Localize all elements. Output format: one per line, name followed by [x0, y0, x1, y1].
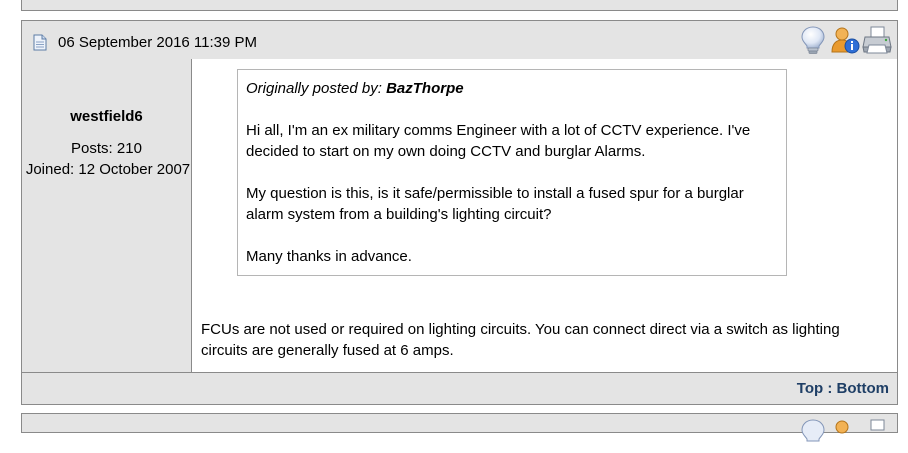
quote-author: BazThorpe — [386, 80, 464, 97]
quote-prefix: Originally posted by: — [246, 80, 387, 97]
lightbulb-icon[interactable] — [798, 418, 828, 448]
printer-icon[interactable] — [862, 25, 892, 55]
link-separator: : — [823, 380, 837, 397]
document-icon — [33, 34, 47, 51]
post-header: 06 September 2016 11:39 PM — [21, 20, 898, 60]
post-actions — [798, 25, 892, 55]
footer-nav: Top : Bottom — [797, 380, 889, 398]
post-count: Posts: 210 — [71, 140, 142, 157]
quote-attribution: Originally posted by: BazThorpe — [246, 78, 778, 99]
reply-text: FCUs are not used or required on lightin… — [201, 321, 840, 359]
top-link[interactable]: Top — [797, 380, 823, 397]
username[interactable]: westfield6 — [22, 108, 191, 126]
previous-post-footer — [21, 0, 898, 11]
quote-paragraph: My question is this, is it safe/permissi… — [246, 185, 744, 223]
quote-paragraph: Many thanks in advance. — [246, 248, 412, 265]
join-date: Joined: 12 October 2007 — [25, 161, 191, 178]
next-post-header — [21, 413, 898, 442]
user-panel: westfield6 Posts: 210 Joined: 12 October… — [22, 59, 192, 373]
post-date: 06 September 2016 11:39 PM — [58, 34, 258, 51]
bottom-link[interactable]: Bottom — [837, 380, 890, 397]
printer-icon[interactable] — [862, 418, 892, 448]
user-info-icon[interactable] — [830, 25, 860, 55]
next-post-actions — [798, 418, 892, 448]
user-info-icon[interactable] — [830, 418, 860, 448]
post-body: westfield6 Posts: 210 Joined: 12 October… — [21, 59, 898, 373]
quote-block: Originally posted by: BazThorpe Hi all, … — [237, 69, 787, 276]
quote-paragraph: Hi all, I'm an ex military comms Enginee… — [246, 122, 751, 160]
lightbulb-icon[interactable] — [798, 25, 828, 55]
post-footer: Top : Bottom — [21, 372, 898, 405]
